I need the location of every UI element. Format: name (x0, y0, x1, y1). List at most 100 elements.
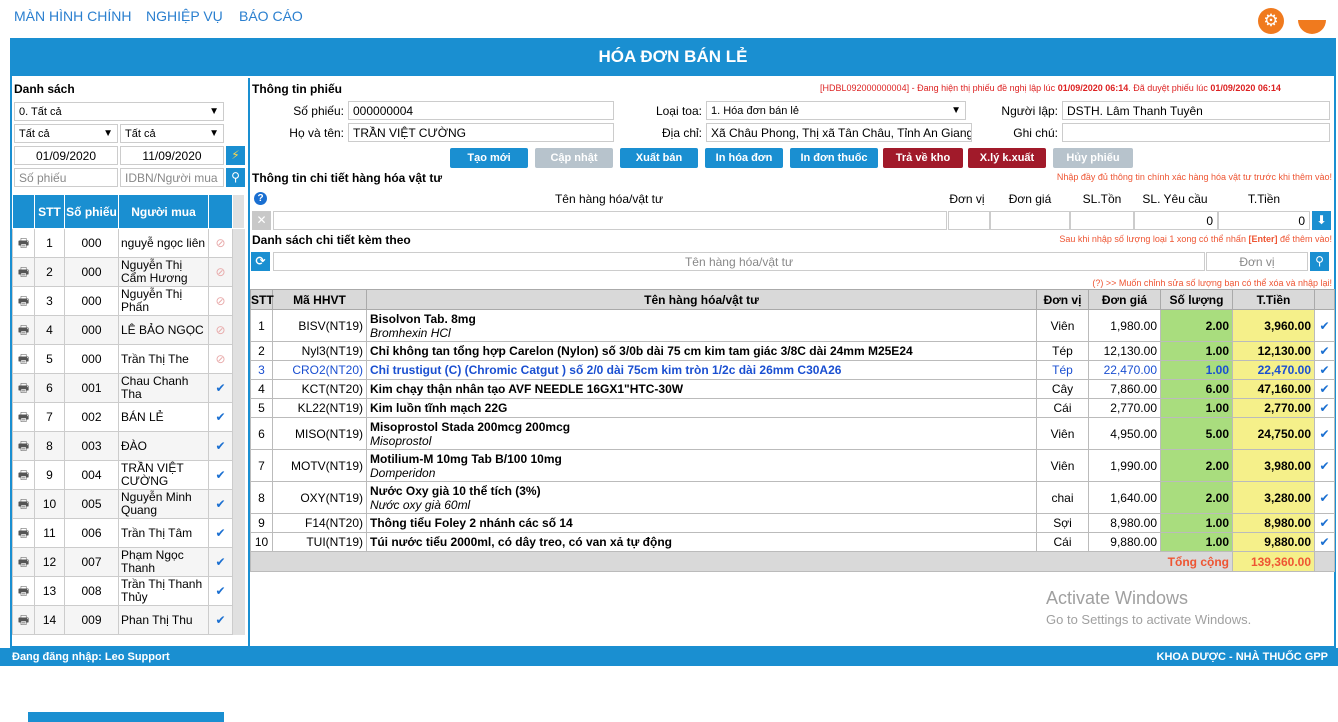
sell-button[interactable]: Xuất bán (620, 148, 698, 168)
user-menu-icon[interactable] (1298, 20, 1326, 34)
table-row[interactable]: 🖶 3 000 Nguyễn Thị Phấn ⊘ (12, 286, 245, 316)
scrollbar-track[interactable] (232, 315, 245, 345)
nguoi-lap-field[interactable]: DSTH. Lâm Thanh Tuyên (1062, 101, 1330, 120)
update-button[interactable]: Cập nhật (535, 148, 613, 168)
nav-reports[interactable]: BÁO CÁO (239, 8, 303, 24)
table-row[interactable]: 1 BISV(NT19) Bisolvon Tab. 8mg Bromhexin HC… (250, 309, 1335, 342)
help-icon[interactable]: ? (254, 192, 267, 205)
print-invoice-button[interactable]: In hóa đơn (705, 148, 783, 168)
printer-icon[interactable]: 🖶 (12, 344, 35, 374)
item-request-input[interactable]: 0 (1134, 211, 1218, 230)
printer-icon[interactable]: 🖶 (12, 460, 35, 490)
scrollbar-track[interactable] (232, 460, 245, 490)
so-phieu-field[interactable]: 000000004 (348, 101, 614, 120)
item-unit-input[interactable] (948, 211, 990, 230)
table-row[interactable]: 🖶 10 005 Nguyễn Minh Quang ✔ (12, 489, 245, 519)
printer-icon[interactable]: 🖶 (12, 605, 35, 635)
scrollbar-track[interactable] (232, 257, 245, 287)
item-name-input[interactable] (273, 211, 947, 230)
table-row[interactable]: 🖶 11 006 Trần Thị Tâm ✔ (12, 518, 245, 548)
printer-icon[interactable]: 🖶 (12, 576, 35, 606)
scrollbar-track[interactable] (232, 431, 245, 461)
check-icon[interactable]: ✔ (1314, 513, 1335, 533)
check-icon[interactable]: ✔ (1314, 360, 1335, 380)
list-scroll-bar[interactable] (28, 712, 224, 722)
date-to-input[interactable]: 11/09/2020 (120, 146, 224, 165)
ghi-chu-field[interactable] (1062, 123, 1330, 142)
table-row[interactable]: 6 MISO(NT19) Misoprostol Stada 200mcg 200m… (250, 417, 1335, 450)
printer-icon[interactable]: 🖶 (12, 373, 35, 403)
nav-operations[interactable]: NGHIỆP VỤ (146, 8, 223, 24)
table-row[interactable]: 10 TUI(NT19) Túi nước tiểu 2000ml, có dây … (250, 532, 1335, 552)
list-search-unit-input[interactable]: Đơn vị (1206, 252, 1308, 271)
scrollbar-track[interactable] (232, 286, 245, 316)
cancel-icon[interactable]: ⊘ (208, 257, 233, 287)
table-row[interactable]: 3 CRO2(NT20) Chỉ trustigut (C) (Chromic Ca… (250, 360, 1335, 380)
printer-icon[interactable]: 🖶 (12, 257, 35, 287)
arrow-down-icon[interactable]: ⬇ (1312, 211, 1331, 230)
table-row[interactable]: 🖶 9 004 TRẦN VIỆT CƯỜNG ✔ (12, 460, 245, 490)
filter-b-select[interactable]: Tất cả ▼ (120, 124, 224, 143)
process-export-button[interactable]: X.lý k.xuất (968, 148, 1046, 168)
scrollbar-track[interactable] (232, 228, 245, 258)
check-icon[interactable]: ✔ (1314, 379, 1335, 399)
table-row[interactable]: 4 KCT(NT20) Kim chạy thận nhân tạo AVF NEE… (250, 379, 1335, 399)
check-icon[interactable]: ✔ (1314, 309, 1335, 342)
scrollbar-track[interactable] (232, 489, 245, 519)
check-icon[interactable]: ✔ (1314, 398, 1335, 418)
table-row[interactable]: 🖶 4 000 LÊ BẢO NGỌC ⊘ (12, 315, 245, 345)
so-phieu-search-input[interactable]: Số phiếu (14, 168, 118, 187)
printer-icon[interactable]: 🖶 (12, 547, 35, 577)
scrollbar-track[interactable] (232, 344, 245, 374)
refresh-icon[interactable]: ⟳ (251, 252, 270, 271)
scrollbar-track[interactable] (232, 373, 245, 403)
cancel-icon[interactable]: ⊘ (208, 315, 233, 345)
cancel-icon[interactable]: ⊘ (208, 344, 233, 374)
search-icon[interactable]: ⚲ (226, 168, 245, 187)
scrollbar-track[interactable] (232, 605, 245, 635)
table-row[interactable]: 7 MOTV(NT19) Motilium-M 10mg Tab B/100 10m… (250, 449, 1335, 482)
table-row[interactable]: 8 OXY(NT19) Nước Oxy già 10 thể tích (3%) N… (250, 481, 1335, 514)
cancel-icon[interactable]: ⊘ (208, 286, 233, 316)
check-icon[interactable]: ✔ (1314, 449, 1335, 482)
create-button[interactable]: Tạo mới (450, 148, 528, 168)
ho-ten-field[interactable]: TRẦN VIỆT CƯỜNG (348, 123, 614, 142)
printer-icon[interactable]: 🖶 (12, 228, 35, 258)
scrollbar[interactable] (232, 194, 245, 229)
scrollbar-track[interactable] (232, 576, 245, 606)
item-stock-input[interactable] (1070, 211, 1134, 230)
lightning-icon[interactable]: ⚡ (226, 146, 245, 165)
printer-icon[interactable]: 🖶 (12, 315, 35, 345)
scrollbar-track[interactable] (232, 518, 245, 548)
item-price-input[interactable] (990, 211, 1070, 230)
check-icon[interactable]: ✔ (1314, 532, 1335, 552)
list-search-name-input[interactable]: Tên hàng hóa/vật tư (273, 252, 1205, 271)
print-prescription-button[interactable]: In đơn thuốc (790, 148, 878, 168)
loai-toa-select[interactable]: 1. Hóa đơn bán lẻ ▼ (706, 101, 966, 120)
cancel-invoice-button[interactable]: Hủy phiếu (1053, 148, 1133, 168)
filter-a-select[interactable]: Tất cả ▼ (14, 124, 118, 143)
table-row[interactable]: 5 KL22(NT19) Kim luồn tĩnh mạch 22G Cái 2,77… (250, 398, 1335, 418)
table-row[interactable]: 🖶 6 001 Chau Chanh Tha ✔ (12, 373, 245, 403)
nav-home[interactable]: MÀN HÌNH CHÍNH (14, 8, 131, 24)
table-row[interactable]: 9 F14(NT20) Thông tiểu Foley 2 nhánh các s… (250, 513, 1335, 533)
table-row[interactable]: 🖶 14 009 Phan Thị Thu ✔ (12, 605, 245, 635)
check-icon[interactable]: ✔ (1314, 481, 1335, 514)
table-row[interactable]: 🖶 1 000 nguyễ ngọc liên ⊘ (12, 228, 245, 258)
table-row[interactable]: 🖶 7 002 BÁN LẺ ✔ (12, 402, 245, 432)
table-row[interactable]: 🖶 5 000 Trần Thị The ⊘ (12, 344, 245, 374)
printer-icon[interactable]: 🖶 (12, 431, 35, 461)
close-icon[interactable]: ✕ (252, 211, 271, 230)
search-icon[interactable]: ⚲ (1310, 252, 1329, 271)
table-row[interactable]: 🖶 2 000 Nguyễn Thị Cẩm Hương ⊘ (12, 257, 245, 287)
table-row[interactable]: 🖶 13 008 Trần Thị Thanh Thủy ✔ (12, 576, 245, 606)
gear-icon[interactable]: ⚙ (1258, 8, 1284, 34)
table-row[interactable]: 2 Nyl3(NT19) Chỉ không tan tổng hợp Carelo… (250, 341, 1335, 361)
printer-icon[interactable]: 🖶 (12, 286, 35, 316)
table-row[interactable]: 🖶 12 007 Phạm Ngọc Thanh ✔ (12, 547, 245, 577)
table-row[interactable]: 🖶 8 003 ĐÀO ✔ (12, 431, 245, 461)
printer-icon[interactable]: 🖶 (12, 489, 35, 519)
item-total-input[interactable]: 0 (1218, 211, 1310, 230)
scrollbar-track[interactable] (232, 402, 245, 432)
cancel-icon[interactable]: ⊘ (208, 228, 233, 258)
